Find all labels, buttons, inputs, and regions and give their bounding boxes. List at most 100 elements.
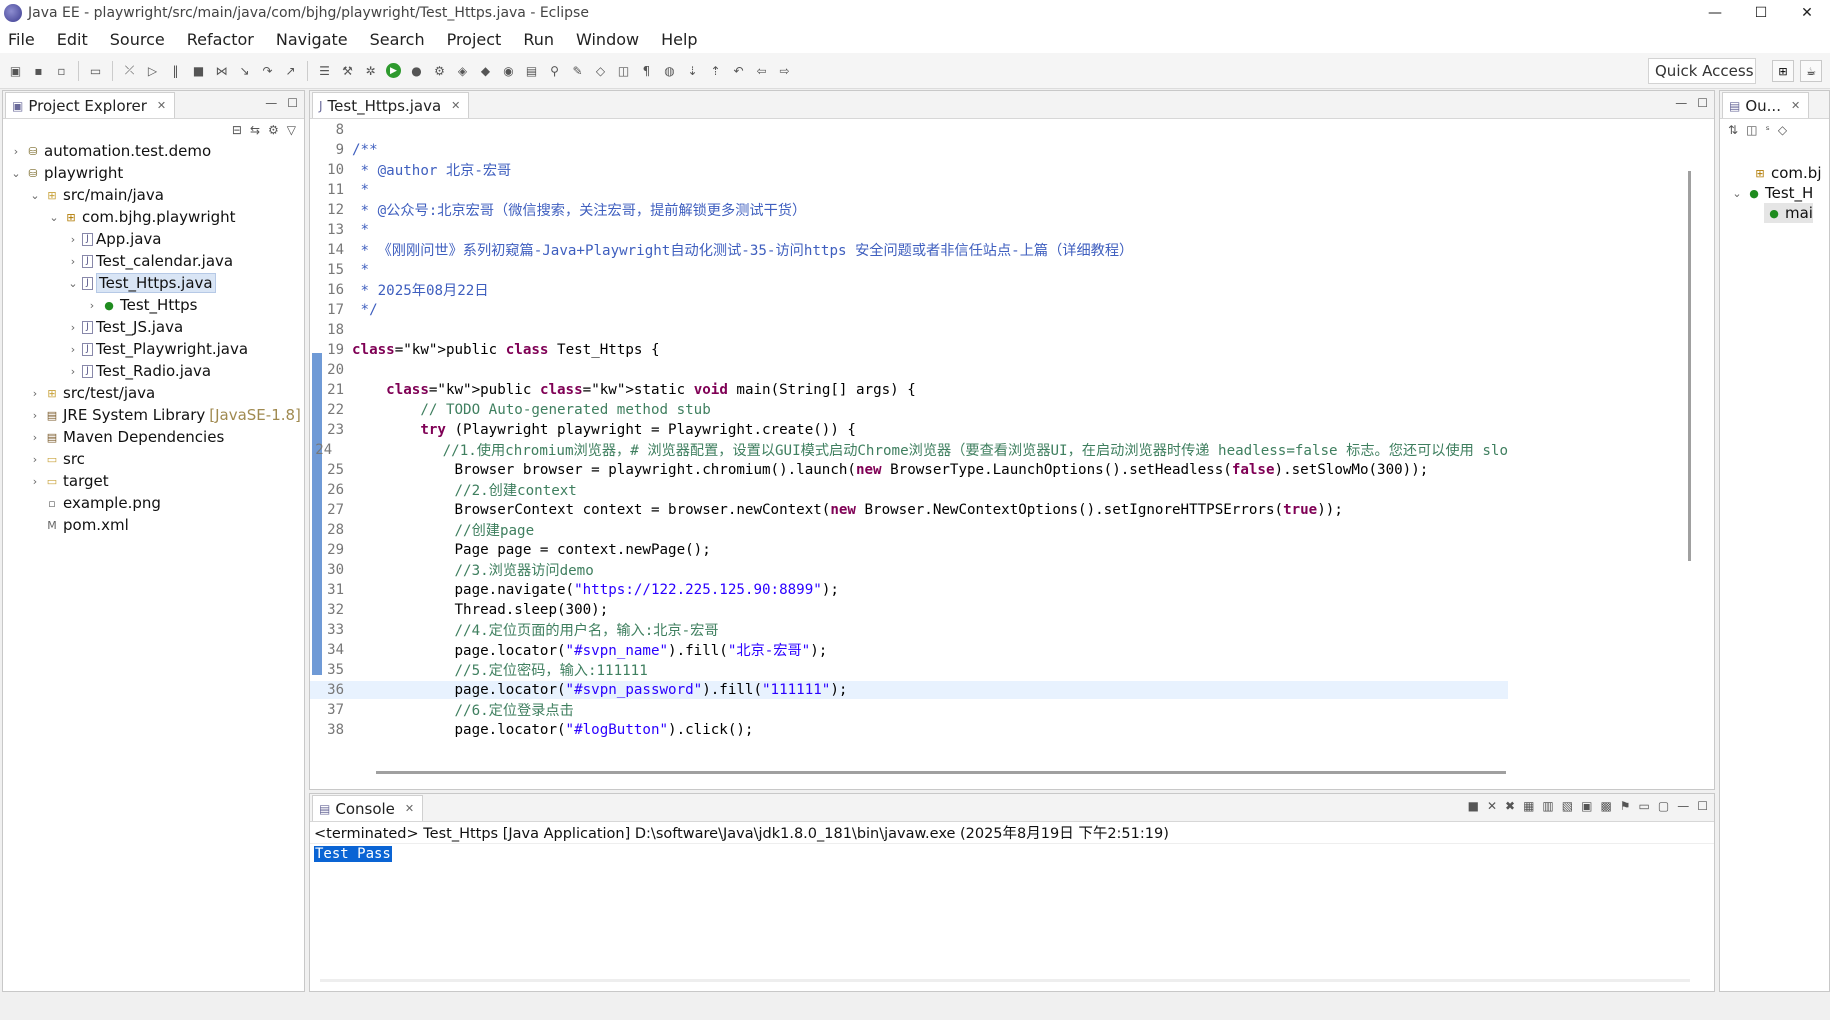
tree-item[interactable]: ▫ example.png <box>28 493 161 513</box>
open-type-icon[interactable]: ☰ <box>316 62 333 79</box>
collapsed-arrow-icon[interactable]: › <box>66 233 80 246</box>
tab-outline[interactable]: ▤ Ou... ✕ <box>1722 92 1810 118</box>
hide-nonpublic-icon[interactable]: ◇ <box>1778 123 1787 137</box>
expanded-arrow-icon[interactable]: ⌄ <box>66 277 80 290</box>
open-perspective-icon[interactable]: ⊞ <box>1772 60 1794 82</box>
menu-file[interactable]: File <box>8 30 35 49</box>
forward-icon[interactable]: ⇨ <box>776 62 793 79</box>
code-line[interactable]: 9 /** <box>310 141 1508 159</box>
code-line[interactable]: 29 Page page = context.newPage(); <box>310 541 1508 559</box>
open-folder-icon[interactable]: ▤ <box>523 62 540 79</box>
code-line[interactable]: 20 <box>310 361 1508 379</box>
terminate-icon[interactable]: ■ <box>1468 799 1479 813</box>
collapsed-arrow-icon[interactable]: › <box>28 409 42 422</box>
code-line[interactable]: 25 Browser browser = playwright.chromium… <box>310 461 1508 479</box>
coverage-icon[interactable]: ● <box>408 62 425 79</box>
code-line[interactable]: 13 * <box>310 221 1508 239</box>
minimize-button[interactable]: — <box>1692 0 1738 26</box>
close-icon[interactable]: ✕ <box>157 99 166 112</box>
outline-item-package[interactable]: ⊞ com.bj <box>1750 163 1821 183</box>
show-whitespace-icon[interactable]: ¶ <box>638 62 655 79</box>
tree-item[interactable]: › J Test_JS.java <box>66 317 183 337</box>
code-line[interactable]: 8 <box>310 121 1508 139</box>
code-line[interactable]: 32 Thread.sleep(300); <box>310 601 1508 619</box>
skip-breakpoints-icon[interactable]: ⤫ <box>121 62 138 79</box>
code-line[interactable]: 15 * <box>310 261 1508 279</box>
collapsed-arrow-icon[interactable]: › <box>28 453 42 466</box>
menu-search[interactable]: Search <box>370 30 425 49</box>
expanded-arrow-icon[interactable]: ⌄ <box>9 167 23 180</box>
collapsed-arrow-icon[interactable]: › <box>66 343 80 356</box>
next-annotation-icon[interactable]: ⇣ <box>684 62 701 79</box>
maximize-icon[interactable]: ☐ <box>287 96 298 110</box>
code-line[interactable]: 10 * @author 北京-宏哥 <box>310 161 1508 179</box>
maximize-icon[interactable]: ☐ <box>1697 96 1708 110</box>
resume-icon[interactable]: ▷ <box>144 62 161 79</box>
collapsed-arrow-icon[interactable]: › <box>28 475 42 488</box>
code-line[interactable]: 22 // TODO Auto-generated method stub <box>310 401 1508 419</box>
tab-project-explorer[interactable]: ▣ Project Explorer ✕ <box>5 92 176 118</box>
collapsed-arrow-icon[interactable]: › <box>66 255 80 268</box>
menu-source[interactable]: Source <box>110 30 165 49</box>
tree-item[interactable]: › ● Test_Https <box>85 295 198 315</box>
tree-item[interactable]: ⌄ ⊞ com.bjhg.playwright <box>47 207 235 227</box>
editor-vertical-scrollbar[interactable] <box>1688 171 1691 561</box>
sort-icon[interactable]: ⇅ <box>1728 123 1738 137</box>
minimize-icon[interactable]: — <box>1675 96 1687 110</box>
code-line[interactable]: 21 class="kw">public class="kw">static v… <box>310 381 1508 399</box>
collapse-all-icon[interactable]: ⊟ <box>232 123 242 137</box>
tree-item[interactable]: › ⊞ src/test/java <box>28 383 155 403</box>
code-line[interactable]: 19 class="kw">public class Test_Https { <box>310 341 1508 359</box>
tree-item[interactable]: › J Test_calendar.java <box>66 251 233 271</box>
hide-static-icon[interactable]: ˢ <box>1765 123 1769 137</box>
tree-item[interactable]: › J Test_Radio.java <box>66 361 211 381</box>
open-console-icon[interactable]: ▢ <box>1658 799 1669 813</box>
tree-item[interactable]: ⌄ ⊞ src/main/java <box>28 185 164 205</box>
run-icon[interactable]: ▶ <box>385 62 402 79</box>
clear-console-icon[interactable]: ▦ <box>1523 799 1534 813</box>
remove-all-icon[interactable]: ✖ <box>1505 799 1515 813</box>
tree-item[interactable]: › J App.java <box>66 229 162 249</box>
menu-help[interactable]: Help <box>661 30 697 49</box>
close-icon[interactable]: ✕ <box>1791 99 1800 112</box>
show-on-output-icon[interactable]: ▣ <box>1581 799 1592 813</box>
show-on-error-icon[interactable]: ▩ <box>1600 799 1611 813</box>
remove-launch-icon[interactable]: ✕ <box>1487 799 1497 813</box>
suspend-icon[interactable]: ‖ <box>167 62 184 79</box>
tree-item[interactable]: Mpom.xml <box>28 515 129 535</box>
code-line[interactable]: 28 //创建page <box>310 521 1508 539</box>
tree-item[interactable]: › ▭ target <box>28 471 109 491</box>
code-line[interactable]: 12 * @公众号:北京宏哥（微信搜索，关注宏哥，提前解锁更多测试干货） <box>310 201 1508 219</box>
collapsed-arrow-icon[interactable]: › <box>85 299 99 312</box>
code-line[interactable]: 31 page.navigate("https://122.225.125.90… <box>310 581 1508 599</box>
view-menu-icon[interactable]: ▽ <box>287 123 296 137</box>
code-line[interactable]: 37 //6.定位登录点击 <box>310 701 1508 719</box>
menu-refactor[interactable]: Refactor <box>187 30 254 49</box>
java-ee-perspective-icon[interactable]: ☕ <box>1800 60 1822 82</box>
hide-fields-icon[interactable]: ◫ <box>1746 123 1757 137</box>
collapsed-arrow-icon[interactable]: › <box>66 321 80 334</box>
tab-test-https-java[interactable]: J Test_Https.java ✕ <box>312 92 470 118</box>
console-output[interactable]: Test Pass <box>314 846 392 862</box>
save-all-icon[interactable]: ▫ <box>53 62 70 79</box>
tree-item[interactable]: ⌄ J Test_Https.java <box>66 273 216 293</box>
new-class-icon[interactable]: ◉ <box>500 62 517 79</box>
menu-navigate[interactable]: Navigate <box>276 30 348 49</box>
tree-item[interactable]: › ▭ src <box>28 449 85 469</box>
expanded-arrow-icon[interactable]: ⌄ <box>28 189 42 202</box>
pin-icon[interactable]: ◇ <box>592 62 609 79</box>
terminal-icon[interactable]: ▭ <box>87 62 104 79</box>
outline-item-method[interactable]: ● mai <box>1764 203 1813 223</box>
editor-horizontal-scrollbar[interactable] <box>376 771 1506 774</box>
display-console-icon[interactable]: ▭ <box>1639 799 1650 813</box>
close-window-button[interactable]: ✕ <box>1784 0 1830 26</box>
tree-item[interactable]: ⌄ ⛁ playwright <box>9 163 123 183</box>
word-wrap-icon[interactable]: ▧ <box>1562 799 1573 813</box>
close-icon[interactable]: ✕ <box>405 802 414 815</box>
collapsed-arrow-icon[interactable]: › <box>9 145 23 158</box>
back-icon[interactable]: ⇦ <box>753 62 770 79</box>
code-line[interactable]: 23 try (Playwright playwright = Playwrig… <box>310 421 1508 439</box>
code-line[interactable]: 34 page.locator("#svpn_name").fill("北京-宏… <box>310 641 1508 659</box>
step-over-icon[interactable]: ↷ <box>259 62 276 79</box>
tree-item[interactable]: › ▤ JRE System Library [JavaSE-1.8] <box>28 405 301 425</box>
